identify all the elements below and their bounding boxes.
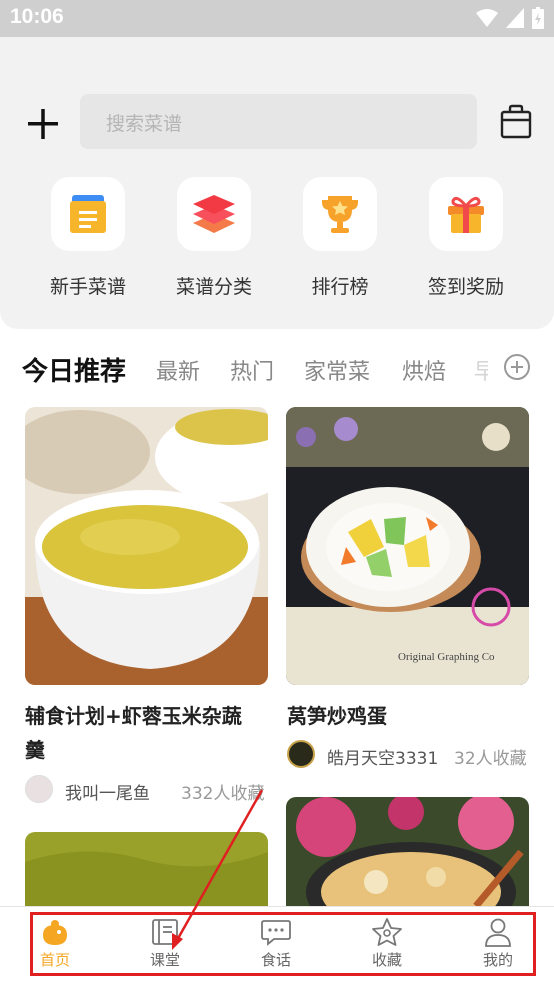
recipe-title[interactable]: 莴笋炒鸡蛋 <box>287 699 532 733</box>
quick-icon-box <box>177 177 251 251</box>
add-recipe-button[interactable] <box>22 103 64 145</box>
status-icons <box>476 7 544 29</box>
photo-caption: Original Graphing Co <box>398 651 495 663</box>
trophy-icon <box>322 196 358 233</box>
quick-label: 菜谱分类 <box>175 276 252 298</box>
recipe-title-line: 辅食计划+虾蓉玉米杂蔬 <box>25 704 242 728</box>
notebook-icon <box>70 195 106 233</box>
gift-icon <box>448 196 484 233</box>
avatar[interactable] <box>25 775 53 803</box>
tab-hot[interactable]: 热门 <box>230 354 274 386</box>
tab-baking[interactable]: 烘焙 <box>402 354 446 386</box>
quick-action-beginner[interactable]: 新手菜谱 <box>28 177 148 299</box>
signal-icon <box>506 8 524 28</box>
search-input[interactable]: 搜索菜谱 <box>80 94 477 149</box>
quick-action-rankings[interactable]: 排行榜 <box>280 177 400 299</box>
quick-label: 排行榜 <box>311 276 369 298</box>
plus-icon <box>28 109 58 139</box>
tab-today-recommend[interactable]: 今日推荐 <box>22 351 126 388</box>
avatar[interactable] <box>287 740 315 768</box>
quick-icon-box <box>429 177 503 251</box>
tab-breakfast-partial[interactable]: 早 <box>474 354 488 386</box>
quick-action-checkin[interactable]: 签到奖励 <box>406 177 526 299</box>
layers-icon <box>193 195 235 233</box>
quick-label: 签到奖励 <box>427 276 504 298</box>
annotation-highlight-box <box>30 912 536 976</box>
recipe-photo[interactable] <box>25 832 268 906</box>
quick-icon-box <box>51 177 125 251</box>
plus-circle-icon <box>504 354 530 380</box>
recipe-title[interactable]: 辅食计划+虾蓉玉米杂蔬 羹 <box>25 699 270 767</box>
author-name[interactable]: 皓月天空3331 <box>327 744 438 769</box>
quick-action-categories[interactable]: 菜谱分类 <box>154 177 274 299</box>
recipe-title-line: 莴笋炒鸡蛋 <box>287 704 387 728</box>
tab-home-cooking[interactable]: 家常菜 <box>304 354 370 386</box>
tab-latest[interactable]: 最新 <box>156 354 200 386</box>
shopping-bag-icon <box>500 104 532 139</box>
category-tabs: 今日推荐 最新 热门 家常菜 烘焙 早 <box>0 345 554 395</box>
wifi-icon <box>476 9 498 27</box>
status-bar: 10:06 <box>0 0 554 37</box>
quick-label: 新手菜谱 <box>49 276 126 298</box>
search-placeholder: 搜索菜谱 <box>106 114 183 135</box>
favorite-count: 332人收藏 <box>181 784 265 804</box>
recipe-photo[interactable] <box>25 407 268 685</box>
status-time: 10:06 <box>10 5 64 28</box>
shopping-bag-button[interactable] <box>498 103 534 141</box>
battery-icon <box>532 7 544 29</box>
add-category-button[interactable] <box>503 353 531 381</box>
author-name[interactable]: 我叫一尾鱼 <box>65 779 150 804</box>
quick-icon-box <box>303 177 377 251</box>
recipe-title-line: 羹 <box>25 738 45 762</box>
recipe-photo[interactable] <box>286 797 529 906</box>
favorite-count: 32人收藏 <box>454 749 527 769</box>
recipe-photo[interactable] <box>286 407 529 685</box>
